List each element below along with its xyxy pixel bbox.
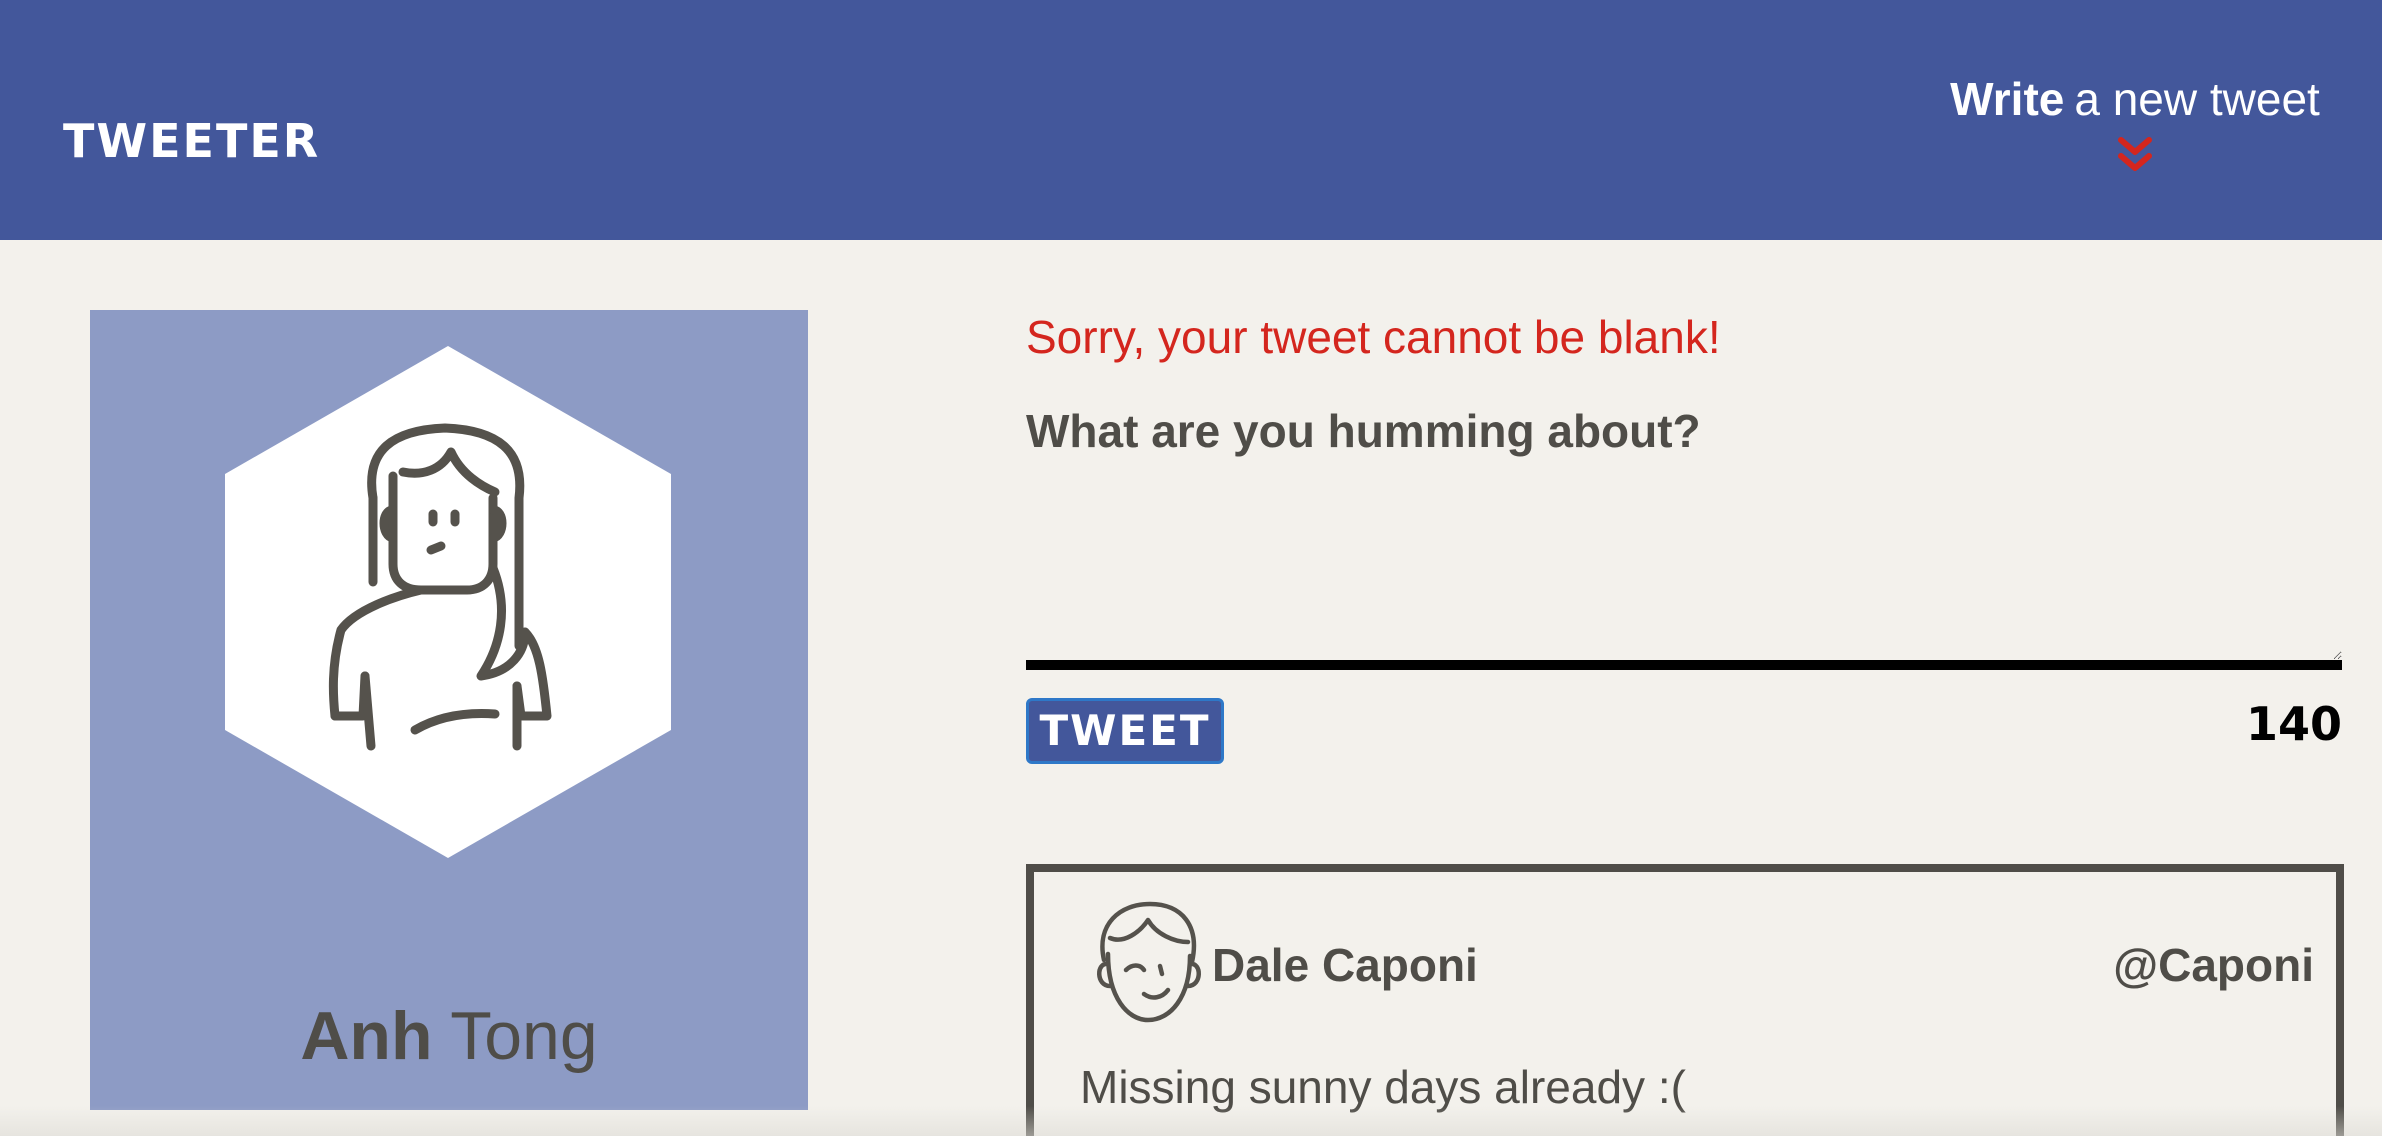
compose-prompt: What are you humming about? (1026, 405, 1701, 457)
compose-toggle-strong: Write (1950, 73, 2065, 125)
tweet-content: Missing sunny days already :( (1080, 1061, 1686, 1113)
profile-first-name: Anh (300, 998, 433, 1074)
double-chevron-down-icon[interactable] (2117, 136, 2153, 174)
compose-toggle-label: Write a new tweet (1950, 68, 2320, 130)
profile-last-name: Tong (450, 998, 598, 1074)
compose-toggle[interactable]: Write a new tweet (1950, 68, 2320, 178)
tweet-author-handle[interactable]: @Caponi (2113, 934, 2314, 996)
winking-man-avatar-icon (1097, 901, 1201, 1023)
woman-avatar-icon (225, 346, 671, 858)
profile-card: Anh Tong (90, 310, 808, 1110)
tweet-textarea[interactable] (1026, 470, 2342, 670)
brand-logo[interactable]: TWEETER (63, 112, 320, 170)
compose-toggle-rest: a new tweet (2074, 73, 2320, 125)
profile-name: Anh Tong (90, 994, 808, 1078)
nav-bar: TWEETER Write a new tweet (0, 0, 2382, 240)
tweet-submit-button[interactable]: TWEET (1026, 698, 1224, 764)
error-message: Sorry, your tweet cannot be blank! (1026, 311, 1721, 363)
tweet-author-name: Dale Caponi (1212, 939, 1478, 991)
character-counter: 140 (2245, 697, 2342, 751)
tweet-card: Dale Caponi @Caponi Missing sunny days a… (1026, 864, 2344, 1136)
